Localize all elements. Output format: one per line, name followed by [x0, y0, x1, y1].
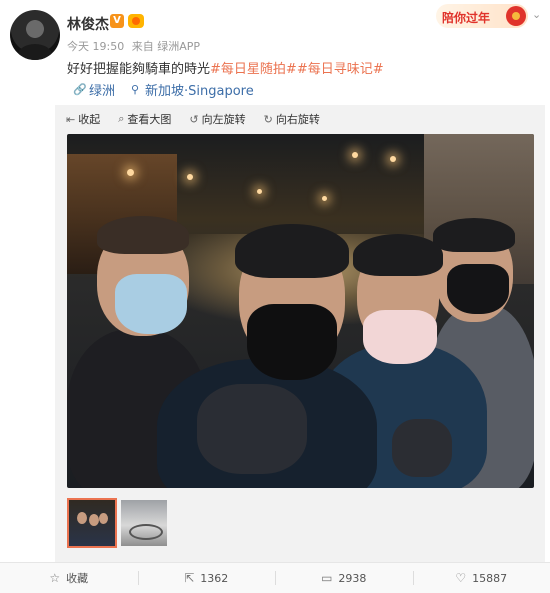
repost-button[interactable]: ⇱ 1362	[137, 563, 276, 593]
link-icon: 🔗	[73, 83, 87, 96]
rotate-right-label: 向右旋转	[275, 113, 320, 126]
post-photo[interactable]	[67, 134, 534, 488]
action-bar: ☆ 收藏 ⇱ 1362 ▭ 2938 ♡ 15887	[0, 563, 550, 593]
photo-light	[322, 196, 327, 201]
chip-label: 绿洲	[89, 84, 116, 99]
comment-count: 2938	[338, 571, 367, 585]
collapse-icon: ⇤	[66, 112, 76, 126]
oasis-link-chip[interactable]: 🔗 绿洲	[73, 80, 115, 99]
photo-mask	[363, 310, 437, 364]
comment-button[interactable]: ▭ 2938	[275, 563, 413, 593]
comment-icon: ▭	[321, 571, 333, 585]
photo-mask	[447, 264, 509, 314]
rotate-left-button[interactable]: ↺ 向左旋转	[189, 111, 245, 127]
thumbnail[interactable]	[121, 500, 167, 546]
collapse-label: 收起	[78, 113, 101, 126]
rotate-left-icon: ↺	[189, 112, 199, 126]
weibo-post-card: 林俊杰 V 今天 19:50 来自 绿洲APP 陪你过年 ⌄ 好好把握能夠騎車的…	[0, 0, 550, 593]
media-toolbar: ⇤ 收起 ⌕ 查看大图 ↺ 向左旋转 ↻ 向右旋转	[66, 111, 320, 127]
photo-glove	[197, 384, 307, 474]
photo-hair	[433, 218, 515, 252]
repost-count: 1362	[200, 571, 229, 585]
favorite-label: 收藏	[66, 572, 89, 585]
new-year-promo-banner[interactable]: 陪你过年	[436, 4, 528, 28]
avatar[interactable]	[10, 10, 60, 60]
post-time[interactable]: 今天 19:50	[67, 40, 124, 53]
star-icon: ☆	[49, 571, 61, 585]
thumbnail-selected[interactable]	[67, 498, 117, 548]
hashtag-link[interactable]: #每日寻味记#	[297, 62, 384, 77]
lantern-icon	[506, 6, 526, 26]
post-text: 好好把握能夠騎車的時光#每日星随拍##每日寻味记#	[67, 58, 384, 77]
promo-text: 陪你过年	[442, 11, 491, 25]
photo-light	[187, 174, 193, 180]
rotate-right-icon: ↻	[263, 112, 273, 126]
location-pin-icon: ⚲	[130, 83, 140, 96]
photo-light	[390, 156, 396, 162]
photo-light	[352, 152, 358, 158]
photo-mask	[115, 274, 187, 334]
share-icon: ⇱	[184, 571, 195, 585]
chevron-down-icon[interactable]: ⌄	[532, 8, 541, 21]
rotate-right-button[interactable]: ↻ 向右旋转	[264, 111, 320, 127]
view-large-button[interactable]: ⌕ 查看大图	[118, 111, 171, 127]
photo-hair	[235, 224, 349, 278]
post-meta: 今天 19:50 来自 绿洲APP	[67, 38, 204, 54]
rotate-left-label: 向左旋转	[201, 113, 246, 126]
collapse-button[interactable]: ⇤ 收起	[66, 111, 100, 127]
post-body: 好好把握能夠騎車的時光	[67, 62, 211, 77]
photo-hair	[97, 216, 189, 254]
like-button[interactable]: ♡ 15887	[412, 563, 550, 593]
member-level-icon[interactable]	[128, 14, 144, 28]
photo-light	[127, 169, 134, 176]
photo-glove	[392, 419, 452, 477]
like-count: 15887	[472, 571, 508, 585]
photo-mask	[247, 304, 337, 380]
post-source[interactable]: 来自 绿洲APP	[132, 40, 200, 53]
photo-light	[257, 189, 262, 194]
view-large-label: 查看大图	[127, 113, 172, 126]
post-chips: 🔗 绿洲 ⚲ 新加坡·Singapore	[73, 80, 254, 99]
thumbs-up-icon: ♡	[455, 571, 467, 585]
favorite-button[interactable]: ☆ 收藏	[0, 563, 138, 593]
chip-label: 新加坡·Singapore	[145, 84, 254, 99]
username[interactable]: 林俊杰	[67, 14, 109, 34]
location-chip[interactable]: ⚲ 新加坡·Singapore	[129, 80, 254, 99]
verified-badge-icon: V	[110, 14, 124, 28]
photo-hair	[353, 234, 443, 276]
hashtag-link[interactable]: #每日星随拍#	[210, 62, 297, 77]
magnifier-icon: ⌕	[118, 112, 125, 125]
